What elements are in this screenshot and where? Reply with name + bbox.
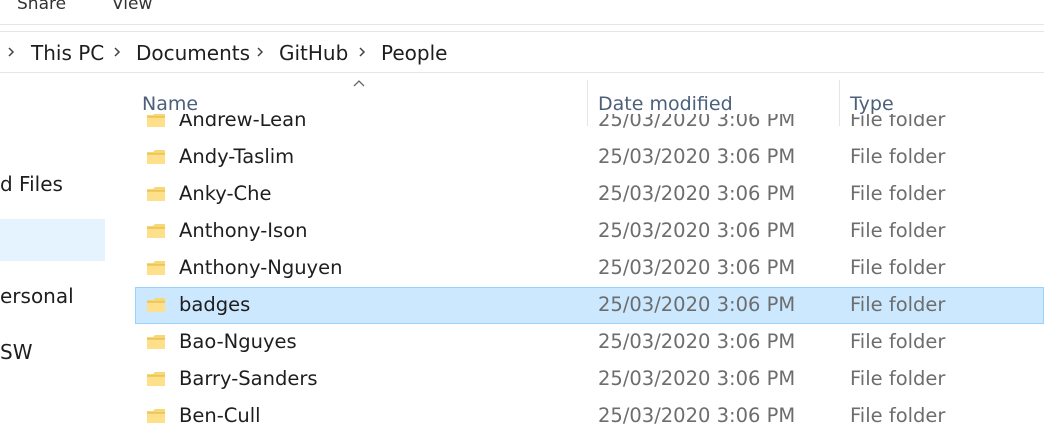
file-row[interactable]: Barry-Sanders 25/03/2020 3:06 PM File fold…: [135, 361, 1044, 398]
file-date-modified: 25/03/2020 3:06 PM: [598, 145, 796, 168]
nav-item-sw[interactable]: SW: [0, 332, 105, 374]
nav-item-recent-files[interactable]: d Files: [0, 164, 105, 206]
breadcrumb-people[interactable]: People: [381, 41, 447, 65]
folder-icon: [147, 335, 165, 349]
folder-icon: [147, 224, 165, 238]
file-row[interactable]: Bao-Nguyes 25/03/2020 3:06 PM File folder: [135, 324, 1044, 361]
sort-ascending-icon: [353, 80, 365, 87]
file-date-modified: 25/03/2020 3:06 PM: [598, 404, 796, 426]
file-date-modified: 25/03/2020 3:06 PM: [598, 293, 796, 316]
file-date-modified: 25/03/2020 3:06 PM: [598, 367, 796, 390]
file-type: File folder: [850, 293, 946, 316]
file-name: Anthony-Ison: [179, 219, 308, 242]
ribbon-tab-share[interactable]: Share: [17, 0, 66, 14]
file-row[interactable]: Anthony-Nguyen 25/03/2020 3:06 PM File fol…: [135, 250, 1044, 287]
file-date-modified: 25/03/2020 3:06 PM: [598, 330, 796, 353]
folder-icon: [147, 409, 165, 423]
file-name: badges: [179, 293, 251, 316]
file-type: File folder: [850, 145, 946, 168]
file-type: File folder: [850, 182, 946, 205]
file-name: Ben-Cull: [179, 404, 261, 426]
file-type: File folder: [850, 367, 946, 390]
ribbon-tab-view[interactable]: View: [112, 0, 152, 14]
file-name: Bao-Nguyes: [179, 330, 297, 353]
breadcrumb-documents[interactable]: Documents: [136, 41, 250, 65]
file-type: File folder: [850, 256, 946, 279]
navigation-pane: d Files ersonal SW: [0, 72, 108, 438]
column-header-date-modified[interactable]: Date modified: [598, 93, 733, 115]
file-row[interactable]: Anky-Che 25/03/2020 3:06 PM File folder: [135, 176, 1044, 213]
folder-icon: [147, 298, 165, 312]
folder-icon: [147, 150, 165, 164]
folder-icon: [147, 261, 165, 275]
file-row[interactable]: Andrew-Lean 25/03/2020 3:06 PM File folder: [135, 108, 1044, 139]
file-type: File folder: [850, 404, 946, 426]
file-name: Barry-Sanders: [179, 367, 318, 390]
file-name: Andrew-Lean: [179, 108, 307, 131]
nav-item-label: SW: [0, 340, 33, 364]
address-bar[interactable]: This PC Documents GitHub People: [0, 31, 1044, 73]
nav-item-label: ersonal: [0, 284, 74, 308]
nav-item-personal[interactable]: ersonal: [0, 276, 105, 318]
file-row[interactable]: Ben-Cull 25/03/2020 3:06 PM File folder: [135, 398, 1044, 426]
chevron-right-icon[interactable]: [253, 45, 267, 59]
file-name: Anky-Che: [179, 182, 272, 205]
file-date-modified: 25/03/2020 3:06 PM: [598, 219, 796, 242]
ribbon: Share View: [0, 0, 1044, 25]
nav-item-selected[interactable]: [0, 219, 105, 261]
file-type: File folder: [850, 219, 946, 242]
file-name: Anthony-Nguyen: [179, 256, 343, 279]
file-date-modified: 25/03/2020 3:06 PM: [598, 256, 796, 279]
file-date-modified: 25/03/2020 3:06 PM: [598, 182, 796, 205]
breadcrumb-github[interactable]: GitHub: [279, 41, 348, 65]
file-row[interactable]: Anthony-Ison 25/03/2020 3:06 PM File folde…: [135, 213, 1044, 250]
column-header-name[interactable]: Name: [142, 93, 198, 115]
file-row[interactable]: badges 25/03/2020 3:06 PM File folder: [135, 287, 1044, 324]
file-row[interactable]: Andy-Taslim 25/03/2020 3:06 PM File folder: [135, 139, 1044, 176]
file-name: Andy-Taslim: [179, 145, 295, 168]
nav-item-label: d Files: [0, 172, 63, 196]
folder-icon: [147, 187, 165, 201]
file-list: Andrew-Lean 25/03/2020 3:06 PM File folder…: [135, 108, 1044, 426]
file-type: File folder: [850, 330, 946, 353]
chevron-right-icon[interactable]: [4, 45, 18, 59]
breadcrumb-this-pc[interactable]: This PC: [31, 41, 104, 65]
chevron-right-icon[interactable]: [355, 45, 369, 59]
folder-icon: [147, 372, 165, 386]
chevron-right-icon[interactable]: [110, 45, 124, 59]
column-header-type[interactable]: Type: [850, 93, 894, 115]
